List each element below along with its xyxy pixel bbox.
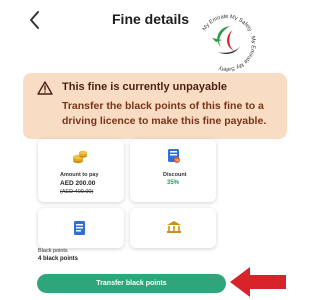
warning-icon xyxy=(37,81,53,95)
unpayable-warning-banner: This fine is currently unpayable Transfe… xyxy=(23,73,287,139)
original-amount: (AED 400.00) xyxy=(60,189,94,195)
chevron-left-icon xyxy=(30,11,39,29)
black-points-value: 4 black points xyxy=(38,256,79,262)
banner-title: This fine is currently unpayable xyxy=(62,81,228,93)
authority-card xyxy=(130,208,216,248)
coins-icon xyxy=(73,150,87,164)
document-icon xyxy=(74,221,85,235)
discount-card: % Discount 35% xyxy=(130,139,216,202)
transfer-black-points-button[interactable]: Transfer black points xyxy=(37,274,226,293)
black-points-label: Black points xyxy=(38,248,68,254)
amount-card: Amount to pay AED 200.00 (AED 400.00) xyxy=(38,139,124,202)
discount-label: Discount xyxy=(163,172,187,178)
discount-value: 35% xyxy=(167,180,180,186)
government-building-icon xyxy=(167,221,181,233)
emirate-safety-logo: My Emirate My Safety · My Emirate My Saf… xyxy=(192,8,262,78)
svg-text:%: % xyxy=(175,158,179,163)
header: Fine details My Emirate My Safety · My E… xyxy=(0,0,300,72)
discount-icon: % xyxy=(168,149,180,163)
amount-label: Amount to pay xyxy=(60,172,99,178)
amount-value: AED 200.00 xyxy=(60,180,96,187)
page-title: Fine details xyxy=(112,11,190,27)
red-arrow-icon xyxy=(230,267,286,297)
back-button[interactable] xyxy=(26,9,46,31)
banner-message: Transfer the black points of this fine t… xyxy=(62,100,267,127)
details-card xyxy=(38,208,124,248)
